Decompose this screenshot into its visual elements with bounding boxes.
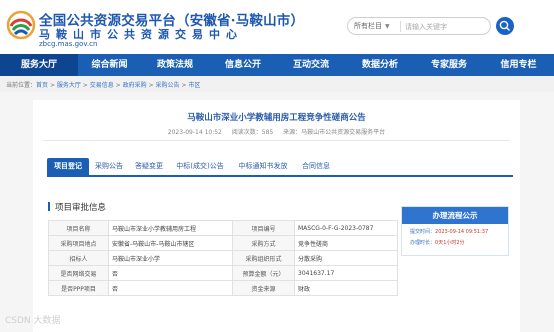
process-card-title[interactable]: 办理流程公示 (402, 207, 508, 224)
table-value: 竞争性磋商 (294, 235, 398, 251)
nav-item-news[interactable]: 综合新闻 (78, 54, 141, 76)
article-views: 阅读次数：585 (231, 129, 274, 136)
table-key: 项目名称 (48, 220, 109, 236)
table-row: 招标人 马鞍山市深业小学 采购组织形式 分散采购 (48, 250, 398, 266)
table-row: 是否网络交易 否 预算金额（元） 3041637.17 (48, 265, 398, 281)
article-source: 来源：马鞍山市公共资源交易服务平台 (283, 129, 386, 136)
article-date: 2023-09-14 10:52 (167, 129, 222, 136)
table-value: 财政 (294, 280, 398, 296)
breadcrumb-service-hall[interactable]: 服务大厅 (57, 82, 81, 89)
nav-item-interaction[interactable]: 互动交流 (277, 54, 345, 76)
site-domain: zbcg.mas.gov.cn (39, 40, 98, 48)
tab-award-notice[interactable]: 中标(成交)公告 (170, 158, 230, 175)
breadcrumb-separator: > (48, 82, 57, 89)
table-value: 分散采购 (294, 250, 398, 266)
article-panel: 马鞍山市深业小学教辅用房工程竞争性磋商公告 2023-09-14 10:52 阅… (33, 100, 520, 332)
breadcrumb-bar: 当前位置：首页 > 服务大厅 > 交易信息 > 政府采购 > 采购公告 > 市区 (0, 76, 554, 92)
table-value: 3041637.17 (294, 265, 398, 281)
table-key: 项目编号 (232, 220, 295, 236)
table-value: 否 (108, 265, 233, 281)
nav-item-data-analysis[interactable]: 数据分析 (345, 54, 415, 76)
breadcrumb-separator: > (80, 82, 90, 89)
table-key: 预算金额（元） (232, 265, 295, 281)
nav-item-disclosure[interactable]: 信息公开 (209, 54, 277, 76)
table-value: MASCG-0-F-G-2023-0787 (294, 220, 398, 236)
divider (43, 140, 510, 141)
tab-procurement-notice[interactable]: 采购公告 (90, 158, 128, 175)
search-box: 所有栏目 ▼ (347, 17, 491, 35)
table-value: 否 (108, 280, 233, 296)
table-key: 招标人 (48, 250, 109, 266)
table-key: 采购方式 (232, 235, 295, 251)
section-title-text: 项目审批信息 (55, 203, 107, 213)
submit-time: 提交时间：2023-09-14 09:51:37 (402, 228, 508, 235)
search-button[interactable] (496, 17, 514, 35)
search-input[interactable] (405, 19, 489, 34)
breadcrumb-separator: > (179, 82, 189, 89)
table-value: 马鞍山市深业小学教辅用房工程 (108, 220, 233, 236)
tab-award-letter[interactable]: 中标通知书发放 (232, 158, 294, 175)
search-category-select[interactable]: 所有栏目 ▼ (354, 21, 390, 31)
watermark: CSDN 大数据 (5, 316, 61, 326)
nav-item-service-hall[interactable]: 服务大厅 (0, 54, 78, 76)
breadcrumb-trade-info[interactable]: 交易信息 (90, 82, 114, 89)
submit-time-value: 2023-09-14 09:51:37 (435, 229, 489, 235)
processing-duration-value: 0天1小时2分 (435, 240, 465, 246)
breadcrumb-prefix: 当前位置： (6, 82, 37, 89)
submit-time-label: 提交时间： (410, 229, 436, 235)
main-nav: 服务大厅 综合新闻 政策法规 信息公开 互动交流 数据分析 专家服务 信用专栏 (0, 54, 554, 76)
search-divider (400, 21, 401, 32)
table-value: 马鞍山市深业小学 (108, 250, 233, 266)
table-key: 采购组织形式 (232, 250, 295, 266)
tab-qa-changes[interactable]: 答疑变更 (130, 158, 168, 175)
article-title: 马鞍山市深业小学教辅用房工程竞争性磋商公告 (187, 113, 366, 123)
breadcrumb-city[interactable]: 市区 (188, 82, 200, 89)
table-row: 项目名称 马鞍山市深业小学教辅用房工程 项目编号 MASCG-0-F-G-202… (48, 220, 398, 236)
nav-item-policy[interactable]: 政策法规 (141, 54, 209, 76)
table-key: 采购项目地点 (48, 235, 109, 251)
table-row: 是否PPP项目 否 资金来源 财政 (48, 280, 398, 296)
breadcrumb-separator: > (113, 82, 123, 89)
table-value: 安徽省-马鞍山市-马鞍山市辖区 (108, 235, 233, 251)
table-key: 资金来源 (232, 280, 295, 296)
nav-item-credit[interactable]: 信用专栏 (483, 54, 554, 76)
site-logo-icon (6, 10, 36, 40)
breadcrumb-gov-procurement[interactable]: 政府采购 (123, 82, 147, 89)
processing-duration: 办理时长：0天1小时2分 (402, 239, 508, 246)
section-marker (48, 202, 50, 211)
breadcrumb-home[interactable]: 首页 (36, 82, 48, 89)
tab-contract-info[interactable]: 合同信息 (296, 158, 336, 175)
tab-project-registration[interactable]: 项目登记 (47, 158, 89, 175)
search-category-label: 所有栏目 (354, 22, 382, 30)
tab-bar: 项目登记 采购公告 答疑变更 中标(成交)公告 中标通知书发放 合同信息 (47, 158, 513, 177)
content-area: 马鞍山市深业小学教辅用房工程竞争性磋商公告 2023-09-14 10:52 阅… (0, 92, 554, 332)
processing-duration-label: 办理时长： (410, 240, 436, 246)
table-key: 是否PPP项目 (48, 280, 109, 296)
breadcrumb-procurement-notice[interactable]: 采购公告 (155, 82, 179, 89)
chevron-down-icon: ▼ (385, 23, 390, 30)
project-info-table: 项目名称 马鞍山市深业小学教辅用房工程 项目编号 MASCG-0-F-G-202… (48, 220, 398, 296)
section-title: 项目审批信息 (48, 201, 106, 213)
process-card: 办理流程公示 提交时间：2023-09-14 09:51:37 办理时长：0天1… (401, 206, 509, 256)
site-header: 全国公共资源交易平台（安徽省·马鞍山市） 马鞍山市公共资源交易中心 zbcg.m… (0, 0, 554, 54)
search-icon (499, 20, 510, 31)
nav-item-experts[interactable]: 专家服务 (415, 54, 483, 76)
table-row: 采购项目地点 安徽省-马鞍山市-马鞍山市辖区 采购方式 竞争性磋商 (48, 235, 398, 251)
breadcrumb: 当前位置：首页 > 服务大厅 > 交易信息 > 政府采购 > 采购公告 > 市区 (6, 80, 200, 89)
article-meta: 2023-09-14 10:52 阅读次数：585 来源：马鞍山市公共资源交易服… (33, 127, 520, 136)
table-key: 是否网络交易 (48, 265, 109, 281)
